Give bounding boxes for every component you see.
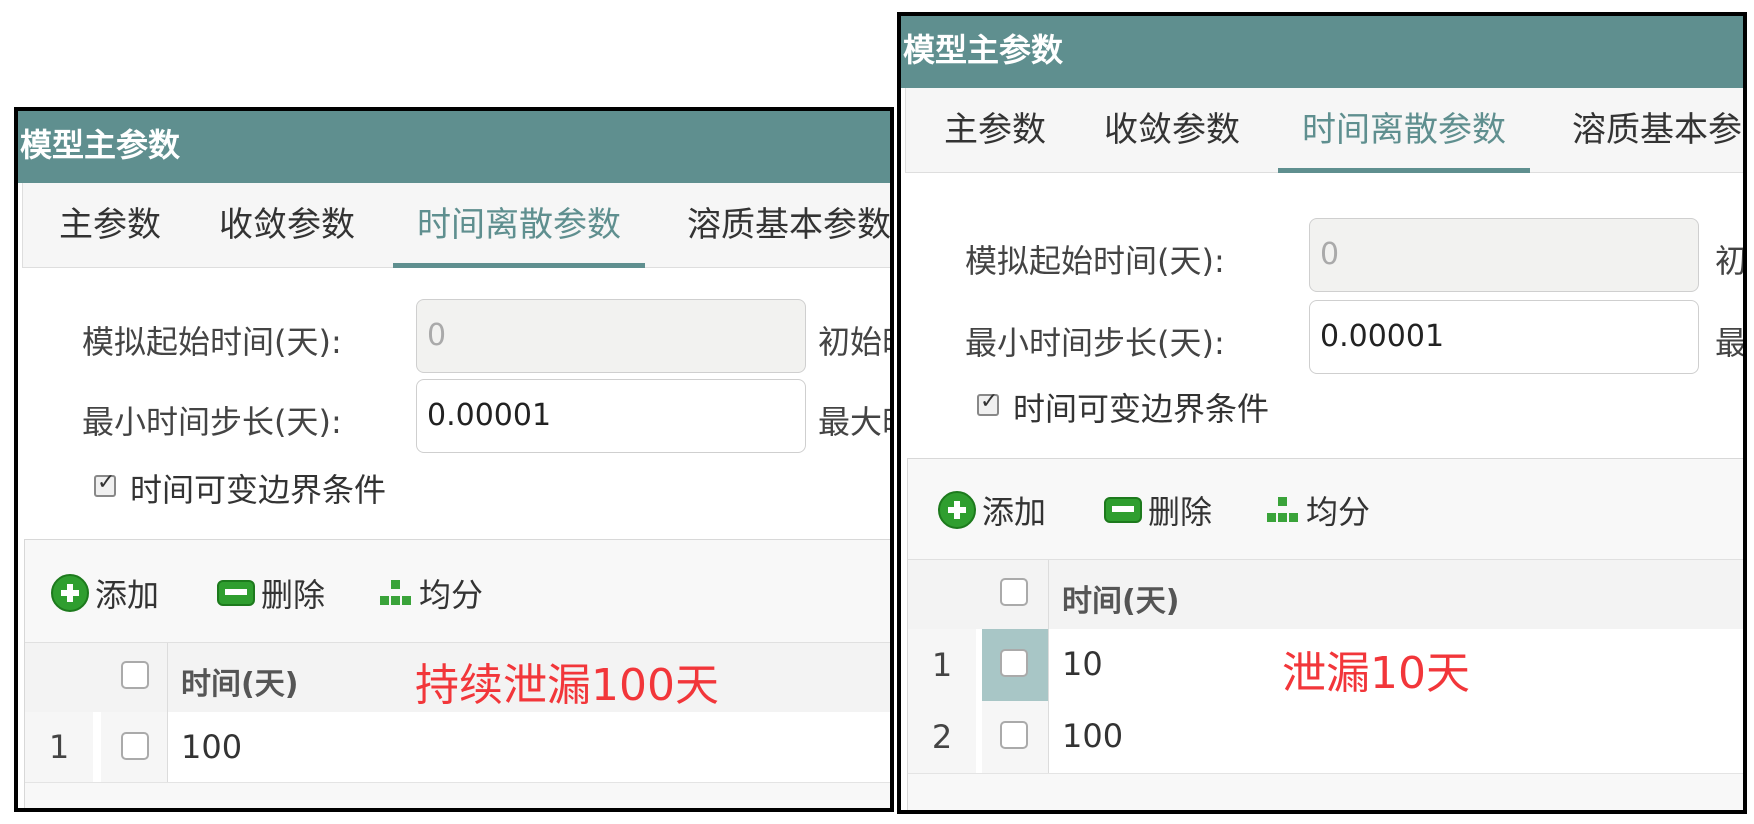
table-row[interactable]: 1 100 <box>25 712 890 783</box>
start-time-input[interactable]: 0 <box>416 299 806 373</box>
max-time-label: 最 <box>1715 324 1747 362</box>
time-variable-bc-label: 时间可变边界条件 <box>1013 390 1270 428</box>
row-number: 1 <box>908 629 976 701</box>
add-button[interactable]: 添加 <box>51 570 159 616</box>
tab-bar: 主参数 收敛参数 时间离散参数 溶质基本参数 <box>22 183 890 268</box>
hierarchy-icon <box>379 578 413 608</box>
grid-header-row: 时间(天) <box>908 559 1743 631</box>
split-button[interactable]: 均分 <box>379 570 483 616</box>
time-cell[interactable]: 10 <box>1062 645 1103 683</box>
initial-time-label: 初 <box>1715 242 1747 280</box>
minus-icon <box>1104 497 1142 523</box>
time-column-header: 时间(天) <box>1062 584 1180 619</box>
delete-button[interactable]: 删除 <box>217 570 325 616</box>
annotation-text: 持续泄漏100天 <box>415 660 719 711</box>
delete-button[interactable]: 删除 <box>1104 487 1212 533</box>
left-panel: 模型主参数 主参数 收敛参数 时间离散参数 溶质基本参数 模拟起始时间(天): … <box>14 107 894 812</box>
time-grid: 添加 删除 均分 时间(天) 持续泄漏100天 1 100 <box>24 539 890 808</box>
plus-icon <box>938 491 976 529</box>
tab-solute-params[interactable]: 溶质基本参 <box>1572 88 1742 172</box>
max-time-label: 最大时 <box>818 403 890 441</box>
panel-title: 模型主参数 <box>18 111 890 183</box>
annotation-text: 泄漏10天 <box>1282 648 1470 699</box>
tab-convergence-params[interactable]: 收敛参数 <box>1104 88 1240 172</box>
row-number: 1 <box>25 712 93 782</box>
start-time-label: 模拟起始时间(天): <box>965 242 1225 280</box>
min-step-input[interactable]: 0.00001 <box>416 379 806 453</box>
tab-convergence-params[interactable]: 收敛参数 <box>219 183 355 267</box>
time-variable-bc-checkbox[interactable] <box>977 389 999 416</box>
min-step-label: 最小时间步长(天): <box>965 324 1225 362</box>
tab-bar: 主参数 收敛参数 时间离散参数 溶质基本参 <box>905 88 1743 173</box>
plus-icon <box>51 574 89 612</box>
table-row[interactable]: 2 100 <box>908 701 1743 774</box>
time-cell[interactable]: 100 <box>181 728 242 766</box>
hierarchy-icon <box>1266 495 1300 525</box>
min-step-input[interactable]: 0.00001 <box>1309 300 1699 374</box>
table-row[interactable]: 1 10 泄漏10天 <box>908 629 1743 702</box>
tab-main-params[interactable]: 主参数 <box>944 88 1046 172</box>
row-checkbox[interactable] <box>1000 721 1028 749</box>
tab-time-discrete-params[interactable]: 时间离散参数 <box>393 183 645 268</box>
grid-header-row: 时间(天) 持续泄漏100天 <box>25 642 890 714</box>
time-grid: 添加 删除 均分 时间(天) 1 10 泄漏10天 2 100 <box>907 458 1743 810</box>
panel-title: 模型主参数 <box>901 16 1743 88</box>
time-variable-bc-checkbox[interactable] <box>94 470 116 497</box>
select-all-checkbox[interactable] <box>1000 578 1028 606</box>
row-checkbox[interactable] <box>121 732 149 760</box>
tab-main-params[interactable]: 主参数 <box>59 183 161 267</box>
tab-time-discrete-params[interactable]: 时间离散参数 <box>1278 88 1530 173</box>
min-step-label: 最小时间步长(天): <box>82 403 342 441</box>
time-variable-bc-label: 时间可变边界条件 <box>130 471 387 509</box>
time-cell[interactable]: 100 <box>1062 717 1123 755</box>
tab-solute-params[interactable]: 溶质基本参数 <box>687 183 890 267</box>
start-time-input[interactable]: 0 <box>1309 218 1699 292</box>
minus-icon <box>217 580 255 606</box>
right-panel: 模型主参数 主参数 收敛参数 时间离散参数 溶质基本参 模拟起始时间(天): 0… <box>897 12 1747 814</box>
row-checkbox[interactable] <box>1000 649 1028 677</box>
add-button[interactable]: 添加 <box>938 487 1046 533</box>
initial-time-label: 初始时 <box>818 323 890 361</box>
start-time-label: 模拟起始时间(天): <box>82 323 342 361</box>
select-all-checkbox[interactable] <box>121 661 149 689</box>
split-button[interactable]: 均分 <box>1266 487 1370 533</box>
row-number: 2 <box>908 701 976 773</box>
time-column-header: 时间(天) <box>181 667 299 702</box>
